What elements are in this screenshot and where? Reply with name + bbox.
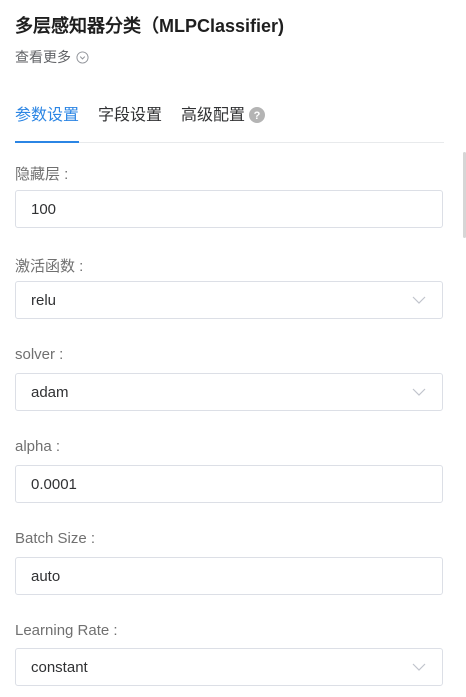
svg-text:?: ? [254, 110, 261, 122]
solver-label: solver : [15, 346, 64, 363]
see-more-link[interactable]: 查看更多 [15, 47, 89, 67]
chevron-down-icon [412, 296, 426, 304]
alpha-input[interactable]: 0.0001 [15, 465, 443, 503]
activation-label: 激活函数 : [15, 258, 84, 275]
question-circle-icon[interactable]: ? [249, 107, 266, 123]
alpha-label: alpha : [15, 438, 61, 455]
learning-rate-label: Learning Rate : [15, 622, 118, 639]
hidden-layers-value: 100 [31, 200, 57, 218]
batch-size-input[interactable]: auto [15, 557, 443, 595]
learning-rate-value: constant [31, 658, 88, 676]
tab-fields[interactable]: 字段设置 [98, 100, 162, 142]
chevron-down-icon [412, 388, 426, 396]
solver-value: adam [31, 383, 69, 401]
activation-select[interactable]: relu [15, 281, 443, 319]
tab-fields-label: 字段设置 [98, 107, 163, 124]
chevron-down-circle-icon [76, 50, 89, 64]
tab-advanced[interactable]: 高级配置 ? [181, 100, 266, 142]
see-more-label: 查看更多 [15, 49, 71, 65]
tab-advanced-label: 高级配置 [181, 107, 246, 124]
hidden-layers-input[interactable]: 100 [15, 190, 443, 228]
batch-size-label: Batch Size : [15, 530, 96, 547]
chevron-down-icon [412, 663, 426, 671]
alpha-value: 0.0001 [31, 475, 77, 493]
tab-params-label: 参数设置 [15, 107, 80, 124]
activation-value: relu [31, 291, 57, 309]
page-title: 多层感知器分类（MLPClassifier) [15, 16, 285, 36]
tab-params[interactable]: 参数设置 [15, 100, 80, 143]
solver-select[interactable]: adam [15, 373, 443, 411]
hidden-layers-label: 隐藏层 : [15, 166, 69, 183]
tab-bar: 参数设置 字段设置 高级配置 ? [15, 100, 444, 143]
learning-rate-select[interactable]: constant [15, 648, 443, 686]
batch-size-value: auto [31, 567, 61, 585]
